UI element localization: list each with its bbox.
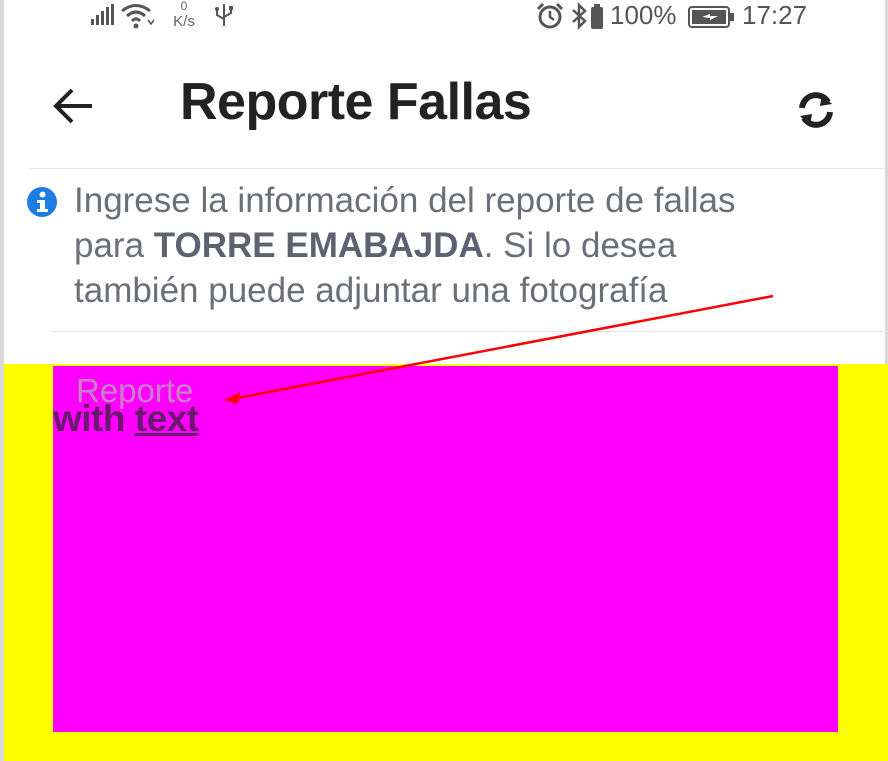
bluetooth-icon bbox=[572, 2, 587, 30]
info-divider bbox=[52, 331, 888, 332]
battery-small-icon bbox=[591, 4, 603, 29]
signal-icon bbox=[91, 4, 114, 25]
refresh-icon bbox=[799, 92, 833, 128]
network-speed: 0 K/s bbox=[168, 0, 200, 31]
alarm-icon bbox=[536, 3, 564, 29]
info-line-2-prefix: para bbox=[74, 226, 154, 265]
place-name: TORRE EMABAJDA bbox=[153, 226, 484, 265]
wifi-icon bbox=[121, 4, 155, 29]
annotation-word-1: with bbox=[53, 398, 125, 439]
usb-icon bbox=[215, 4, 233, 26]
app-header: Reporte Fallas bbox=[4, 60, 884, 160]
annotation-word-2: text bbox=[134, 398, 199, 439]
info-icon bbox=[27, 187, 57, 217]
back-arrow-icon bbox=[53, 88, 92, 124]
info-line-3: también puede adjuntar una fotografía bbox=[74, 271, 668, 310]
refresh-button[interactable] bbox=[794, 88, 838, 132]
battery-charging-icon bbox=[688, 6, 734, 28]
annotation-label: with text bbox=[53, 398, 199, 440]
info-line-2: para TORRE EMABAJDA. Si lo desea bbox=[74, 223, 874, 268]
info-line-1: Ingrese la información del reporte de fa… bbox=[74, 181, 736, 220]
network-speed-unit: K/s bbox=[173, 13, 195, 30]
network-speed-value: 0 bbox=[180, 0, 188, 13]
status-bar: 0 K/s 100% 17:27 bbox=[0, 0, 888, 36]
status-time: 17:27 bbox=[742, 0, 808, 30]
header-divider bbox=[30, 168, 886, 169]
battery-percent: 100% bbox=[610, 0, 677, 30]
page-title: Reporte Fallas bbox=[180, 73, 532, 131]
info-text: Ingrese la información del reporte de fa… bbox=[74, 178, 874, 313]
back-button[interactable] bbox=[50, 82, 98, 130]
info-line-2-suffix: . Si lo desea bbox=[483, 226, 677, 265]
